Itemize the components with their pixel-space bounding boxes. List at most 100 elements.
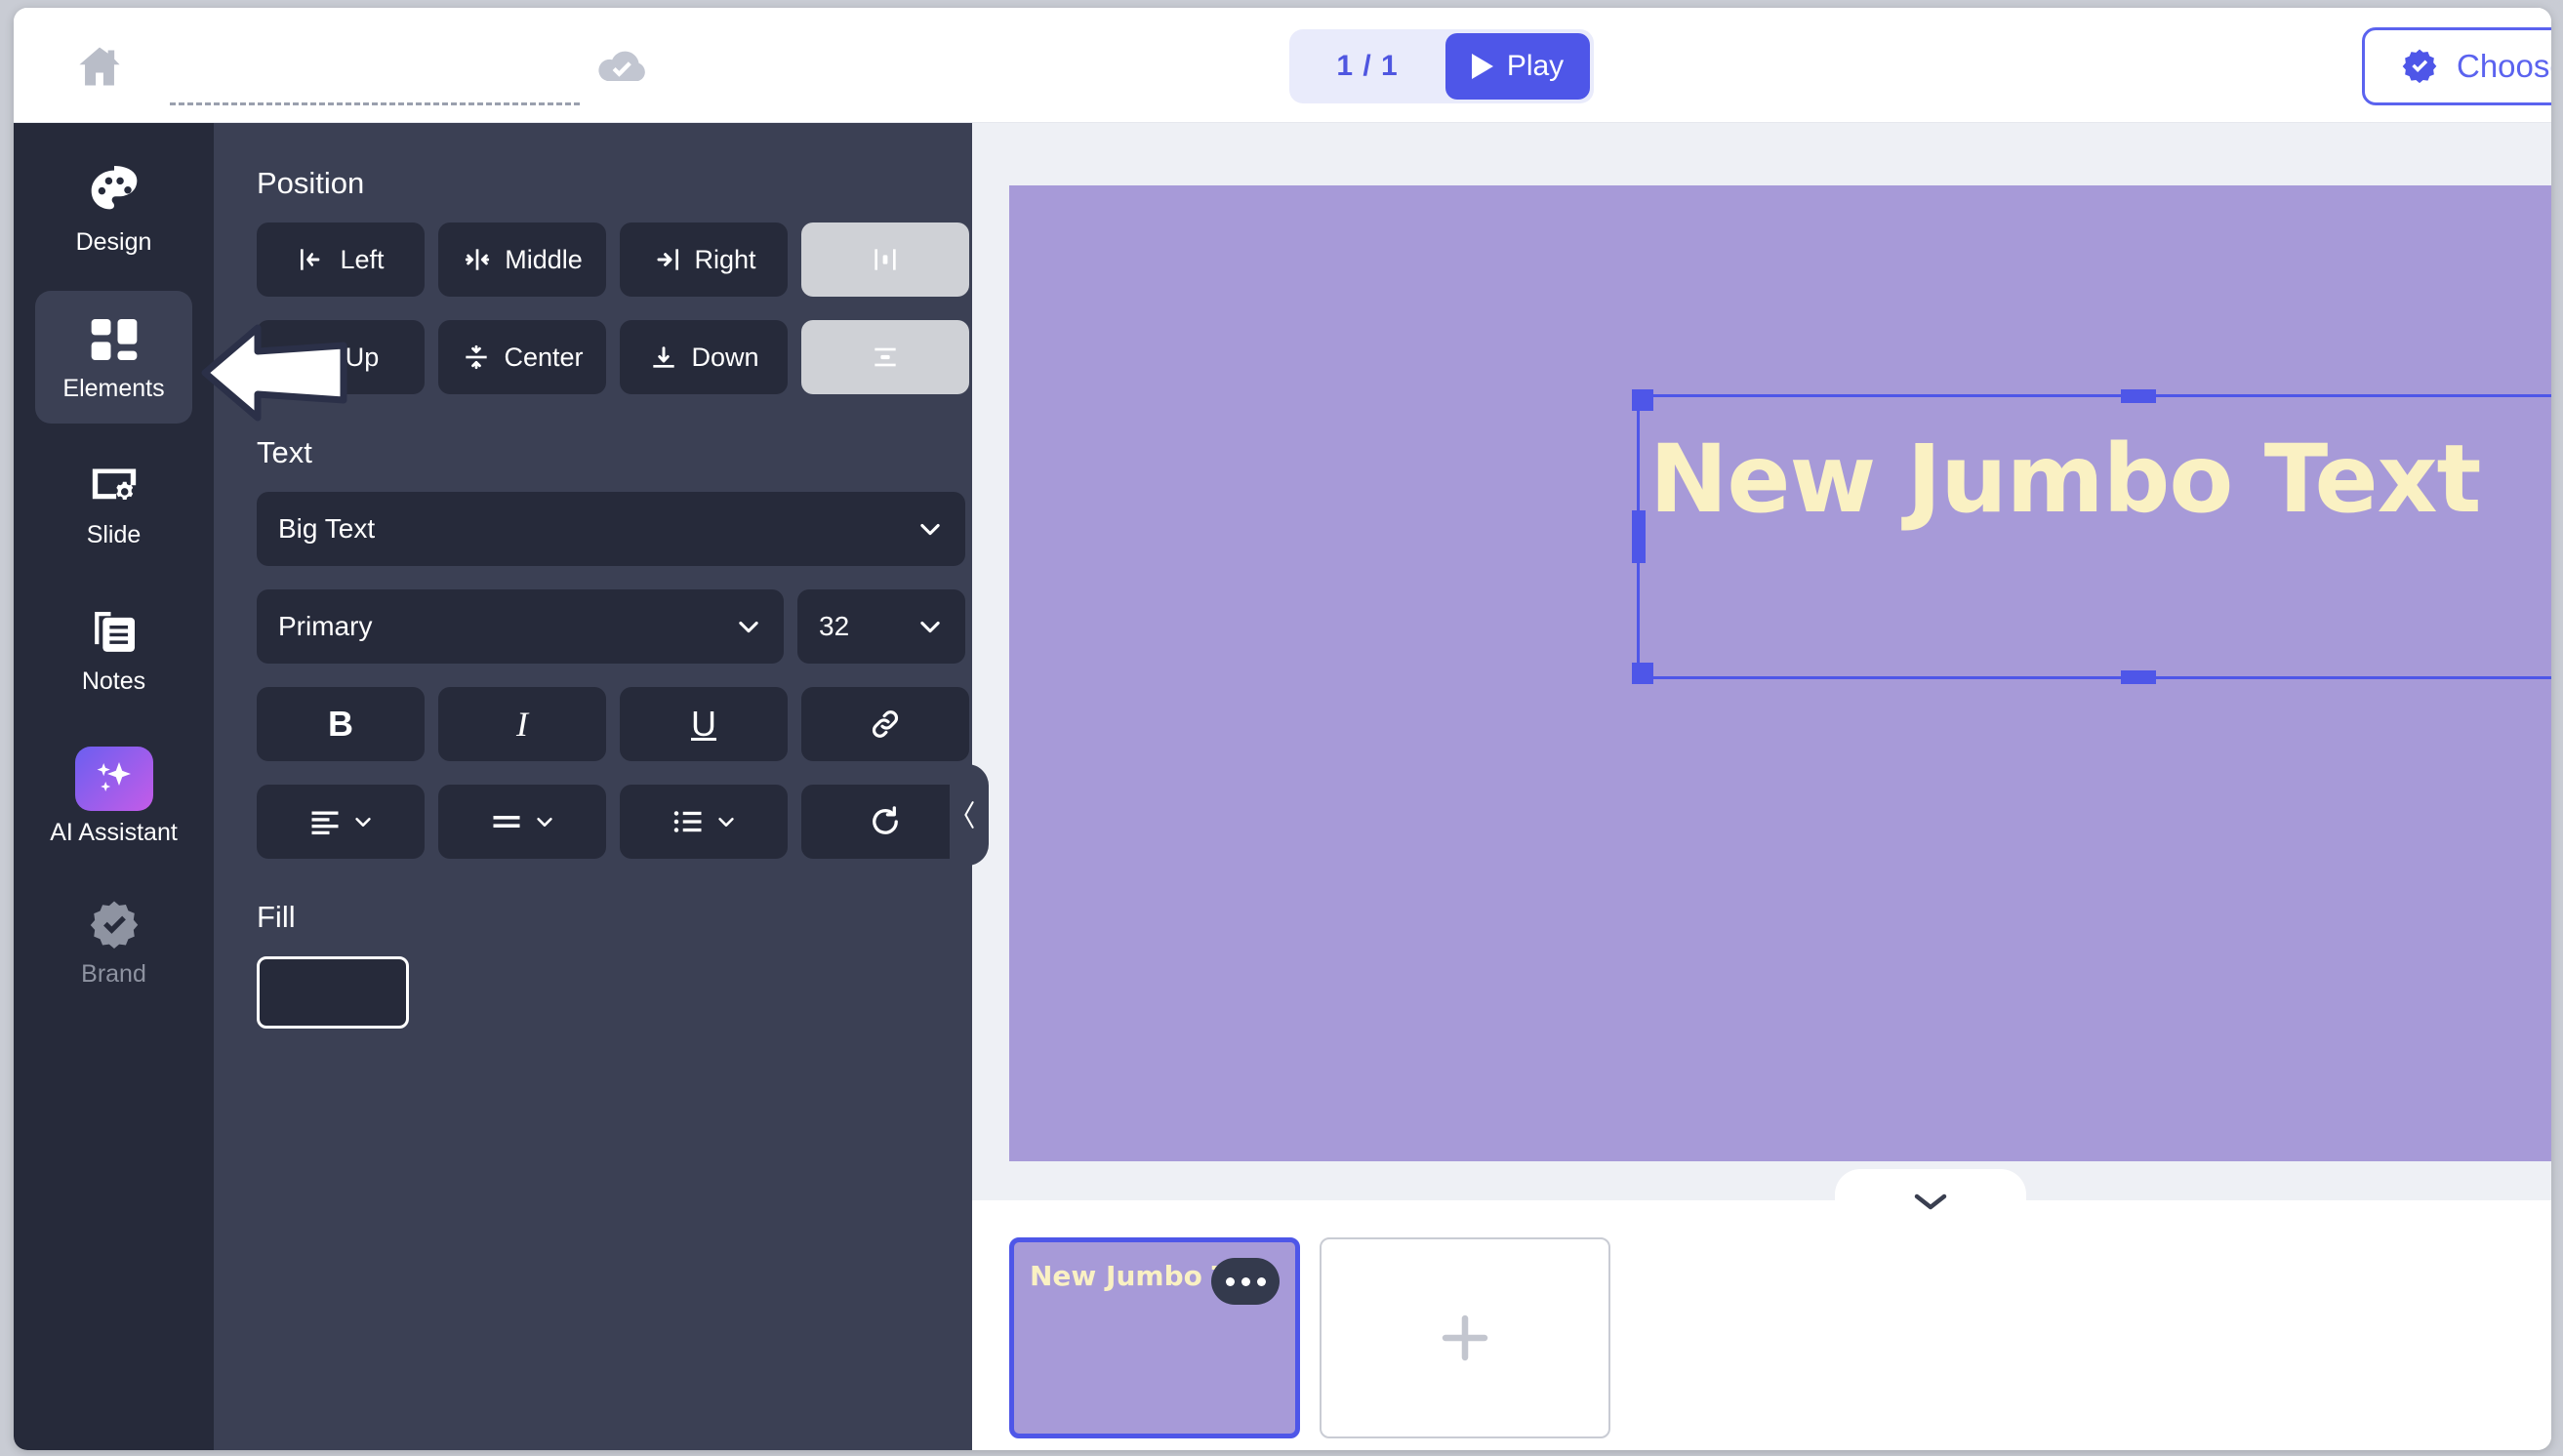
home-icon[interactable] (74, 41, 125, 92)
sidebar-item-notes[interactable]: Notes (35, 584, 192, 716)
fill-color-swatch[interactable] (257, 956, 409, 1029)
slide-gear-icon (87, 459, 142, 513)
resize-handle-top-left[interactable] (1632, 389, 1653, 411)
text-style-select[interactable]: Big Text (257, 492, 965, 566)
deck-title-input[interactable] (170, 64, 580, 105)
distribute-vertical-button[interactable] (801, 320, 969, 394)
app-window: 1 / 1 Play Choose P Design (14, 8, 2551, 1450)
page-counter: 1 / 1 (1336, 50, 1399, 82)
align-down-button[interactable]: Down (620, 320, 788, 394)
text-align-dropdown[interactable] (257, 785, 425, 859)
align-right-button[interactable]: Right (620, 222, 788, 297)
palette-icon (87, 165, 142, 221)
align-right-icon (657, 249, 679, 270)
add-slide-button[interactable] (1320, 1237, 1610, 1438)
play-button-label: Play (1506, 50, 1565, 82)
chevron-down-icon (355, 817, 371, 827)
slide-canvas[interactable]: New Jumbo Text (1009, 185, 2551, 1161)
slide-thumbnail-list: New Jumbo Text (1009, 1237, 2551, 1438)
text-section-title: Text (257, 435, 312, 469)
align-left-button[interactable]: Left (257, 222, 425, 297)
sidebar-item-label: Brand (81, 959, 146, 988)
chevron-down-icon (718, 817, 734, 827)
play-triangle-icon (1471, 54, 1493, 79)
properties-panel: Position Left Middle Right Up Center Dow… (214, 123, 972, 1450)
bold-button[interactable]: B (257, 687, 425, 761)
distribute-h-icon (875, 249, 896, 270)
more-dots-icon (1225, 1276, 1235, 1286)
text-layout-row (257, 785, 972, 859)
line-spacing-dropdown[interactable] (438, 785, 606, 859)
resize-handle-left[interactable] (1632, 510, 1646, 563)
sidebar-item-label: Slide (86, 520, 142, 548)
list-dropdown[interactable] (620, 785, 788, 859)
sidebar-item-elements[interactable]: Elements (35, 291, 192, 424)
badge-check-icon (87, 898, 142, 952)
fill-section-title: Fill (257, 900, 296, 934)
sidebar-item-label: AI Assistant (50, 818, 178, 846)
align-down-label: Down (691, 342, 759, 372)
resize-handle-bottom-left[interactable] (1632, 663, 1653, 684)
sidebar-item-label: Design (75, 227, 152, 256)
align-center-v-icon (466, 344, 488, 370)
sidebar-item-design[interactable]: Design (35, 144, 192, 277)
align-middle-label: Middle (505, 244, 583, 274)
link-icon (872, 710, 899, 738)
sidebar-item-brand[interactable]: Brand (35, 876, 192, 1009)
chevron-down-icon (920, 523, 940, 536)
align-bottom-icon (653, 346, 675, 368)
chevron-down-icon (739, 621, 758, 633)
reset-style-button[interactable] (801, 785, 969, 859)
more-dots-icon (1256, 1276, 1266, 1286)
align-center-button[interactable]: Center (438, 320, 606, 394)
more-dots-icon (1241, 1276, 1250, 1286)
position-align-row-horizontal: Left Middle Right (257, 222, 972, 297)
align-center-h-icon (466, 249, 490, 270)
play-controls: 1 / 1 Play (1289, 29, 1594, 103)
top-bar: 1 / 1 Play Choose P (14, 8, 2551, 123)
align-right-label: Right (694, 244, 756, 274)
sidebar-item-ai-assistant[interactable]: AI Assistant (35, 730, 192, 863)
italic-button[interactable]: I (438, 687, 606, 761)
align-middle-button[interactable]: Middle (438, 222, 606, 297)
collapse-tray-button[interactable] (1835, 1169, 2026, 1234)
bullet-list-icon (673, 811, 702, 832)
align-center-label: Center (504, 342, 584, 372)
collapse-panel-button[interactable] (950, 764, 989, 866)
chevron-down-icon (920, 621, 940, 633)
text-color-size-row: Primary 32 (257, 589, 972, 664)
choose-plan-button[interactable]: Choose P (2362, 27, 2551, 105)
align-left-label: Left (340, 244, 385, 274)
grid-icon (87, 312, 142, 367)
distribute-v-icon (875, 347, 896, 367)
text-color-select[interactable]: Primary (257, 589, 784, 664)
distribute-horizontal-button[interactable] (801, 222, 969, 297)
bold-label: B (328, 704, 353, 744)
align-up-button[interactable]: Up (257, 320, 425, 394)
notes-icon (87, 605, 142, 660)
slide-thumbnail[interactable]: New Jumbo Text (1009, 1237, 1300, 1438)
reset-rotate-icon (873, 806, 898, 834)
align-top-icon (307, 346, 329, 366)
chevron-left-icon (964, 801, 974, 829)
play-button[interactable]: Play (1445, 33, 1590, 100)
position-section-title: Position (257, 166, 365, 200)
canvas-area[interactable]: New Jumbo Text (972, 123, 2551, 1200)
align-up-label: Up (345, 342, 380, 372)
slide-text: New Jumbo Text (1649, 425, 2481, 534)
resize-handle-bottom[interactable] (2121, 670, 2156, 684)
line-spacing-icon (493, 816, 520, 828)
choose-plan-label: Choose P (2457, 48, 2551, 84)
slide-options-button[interactable] (1211, 1258, 1280, 1305)
sidebar-item-slide[interactable]: Slide (35, 437, 192, 570)
sidebar-item-label: Notes (81, 667, 146, 695)
link-button[interactable] (801, 687, 969, 761)
underline-label: U (691, 704, 716, 744)
chevron-down-icon (1914, 1193, 1947, 1210)
text-size-select[interactable]: 32 (797, 589, 965, 664)
selected-text-element[interactable]: New Jumbo Text (1632, 389, 2551, 684)
align-left-icon (301, 249, 320, 270)
underline-button[interactable]: U (620, 687, 788, 761)
resize-handle-top[interactable] (2121, 389, 2156, 403)
cloud-check-icon (595, 47, 650, 90)
